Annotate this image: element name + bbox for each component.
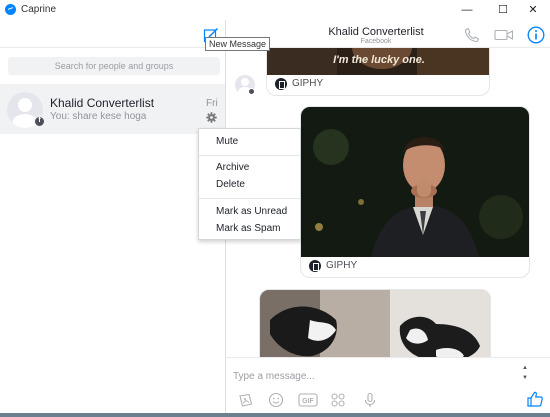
gear-icon[interactable]: [206, 112, 217, 123]
message-input[interactable]: Type a message...: [233, 371, 315, 382]
chat-subtitle: Facebook: [360, 38, 392, 45]
menu-separator: [199, 155, 300, 156]
new-message-tooltip: New Message: [205, 37, 271, 51]
gif-message[interactable]: GIPHY: [300, 106, 530, 278]
menu-item-mute[interactable]: Mute: [199, 134, 300, 150]
menu-item-archive[interactable]: Archive: [199, 160, 300, 176]
microphone-icon[interactable]: [362, 392, 378, 408]
chat-title: Khalid Converterlist: [328, 26, 424, 38]
menu-item-mark-as-unread[interactable]: Mark as Unread: [199, 204, 300, 220]
giphy-attribution[interactable]: GIPHY: [301, 255, 529, 277]
gif-message[interactable]: I'm the lucky one. GIPHY: [266, 48, 490, 96]
menu-item-delete[interactable]: Delete: [199, 177, 300, 193]
giphy-icon: [275, 78, 287, 90]
scroll-down-icon[interactable]: ▼: [522, 375, 528, 381]
gif-caption: I'm the lucky one.: [333, 54, 425, 66]
window-title: Caprine: [21, 4, 57, 15]
menu-item-mark-as-spam[interactable]: Mark as Spam: [199, 221, 300, 237]
search-input[interactable]: Search for people and groups: [8, 57, 220, 75]
gif-image: [301, 107, 529, 257]
caprine-app-icon: [5, 4, 16, 15]
emoji-icon[interactable]: [268, 392, 284, 408]
maximize-button[interactable]: ☐: [486, 0, 520, 20]
giphy-label: GIPHY: [292, 78, 324, 89]
sidebar-header: [0, 20, 226, 48]
giphy-label: GIPHY: [326, 260, 358, 271]
facebook-badge-icon: [248, 88, 255, 95]
sidebar: Search for people and groups f Khalid Co…: [0, 20, 226, 413]
phone-icon[interactable]: [464, 27, 480, 43]
minimize-button[interactable]: —: [450, 0, 484, 20]
gif-image: I'm the lucky one.: [267, 48, 489, 75]
close-button[interactable]: ✕: [516, 0, 550, 20]
giphy-attribution[interactable]: GIPHY: [267, 73, 489, 95]
gif-icon[interactable]: GIF: [298, 392, 318, 408]
apps-icon[interactable]: [330, 392, 346, 408]
conversation-item[interactable]: f Khalid Converterlist You: share kese h…: [0, 84, 225, 134]
gif-message[interactable]: [259, 289, 491, 357]
info-icon[interactable]: [527, 26, 545, 44]
giphy-icon: [309, 260, 321, 272]
conversation-name: Khalid Converterlist: [50, 96, 155, 110]
message-composer: Type a message... ▲ ▼ GIF: [226, 357, 550, 413]
title-bar: Caprine — ☐ ✕: [0, 0, 550, 20]
gif-image: [260, 290, 490, 357]
facebook-badge-icon: f: [34, 116, 45, 127]
window-bottom-edge: [0, 413, 550, 417]
chat-header: Khalid Converterlist Facebook: [226, 20, 550, 48]
video-icon[interactable]: [494, 27, 514, 43]
conversation-time: Fri: [206, 98, 218, 109]
conversation-context-menu: Mute Archive Delete Mark as Unread Mark …: [198, 128, 301, 240]
conversation-snippet: You: share kese hoga: [50, 111, 147, 122]
gif-button-label: GIF: [302, 398, 314, 405]
sticker-icon[interactable]: [238, 392, 254, 408]
menu-separator: [199, 198, 300, 199]
thumbs-up-icon[interactable]: [526, 390, 544, 408]
scroll-up-icon[interactable]: ▲: [522, 365, 528, 371]
